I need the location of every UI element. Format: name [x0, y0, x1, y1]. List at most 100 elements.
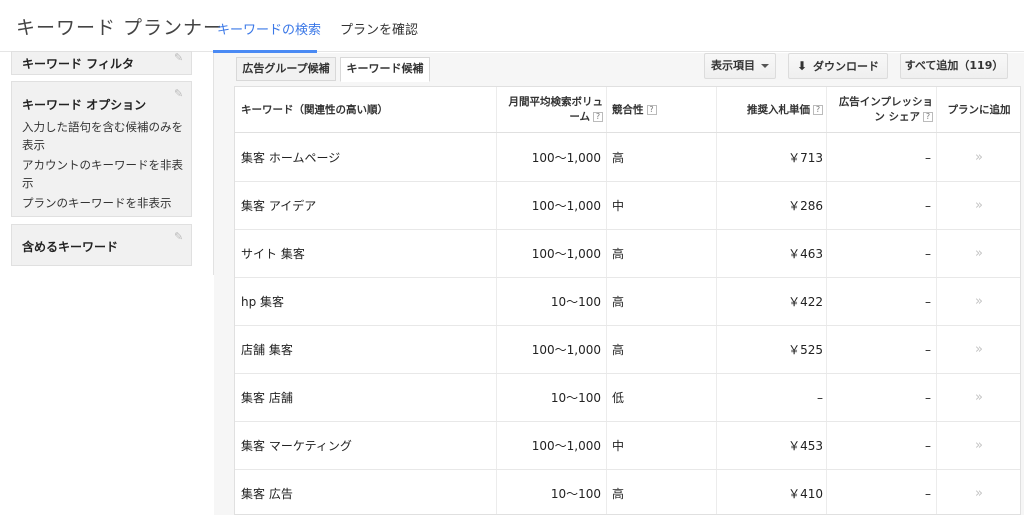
competition-cell: 高: [612, 247, 625, 261]
bid-cell: –: [817, 391, 823, 405]
volume-cell: 100〜1,000: [531, 151, 601, 165]
table-row: 集客 ホームページ 100〜1,000 高 ￥713 –»: [235, 134, 1020, 182]
keyword-cell: 集客 店舗: [241, 391, 293, 405]
competition-cell: 高: [612, 151, 625, 165]
app-title: キーワード プランナー: [16, 17, 224, 39]
columns-button[interactable]: 表示項目: [704, 53, 776, 79]
add-to-plan-icon[interactable]: »: [937, 470, 1020, 514]
help-icon[interactable]: ?: [813, 105, 823, 115]
header-volume[interactable]: 月間平均検索ボリューム?: [497, 87, 603, 133]
bid-cell: ￥422: [788, 295, 823, 309]
tab-keyword-ideas[interactable]: キーワード候補: [340, 57, 430, 82]
volume-cell: 100〜1,000: [531, 439, 601, 453]
competition-cell: 中: [612, 199, 625, 213]
keyword-filter-title: キーワード フィルタ: [22, 57, 134, 71]
keyword-table: キーワード（関連性の高い順） 月間平均検索ボリューム? 競合性? 推奨入札単価?…: [234, 86, 1021, 515]
include-keywords-panel[interactable]: 含めるキーワード ✎: [11, 224, 192, 266]
impression-share-cell: –: [925, 391, 931, 405]
impression-share-cell: –: [925, 151, 931, 165]
keyword-cell: 集客 アイデア: [241, 199, 317, 213]
keyword-cell: 集客 広告: [241, 487, 293, 501]
option-hide-plan-keywords[interactable]: プランのキーワードを非表示: [22, 194, 187, 212]
competition-cell: 高: [612, 487, 625, 501]
impression-share-cell: –: [925, 487, 931, 501]
main-panel: 広告グループ候補 キーワード候補 表示項目 ⬇ ダウンロード すべて追加（119）…: [214, 53, 1024, 515]
header-bid[interactable]: 推奨入札単価?: [717, 87, 823, 133]
volume-cell: 100〜1,000: [531, 343, 601, 357]
impression-share-cell: –: [925, 343, 931, 357]
pencil-icon[interactable]: ✎: [174, 88, 185, 99]
top-bar: キーワード プランナー キーワードの検索 プランを確認: [0, 0, 1024, 53]
header-keyword[interactable]: キーワード（関連性の高い順）: [241, 87, 491, 133]
tab-ad-group-ideas[interactable]: 広告グループ候補: [236, 57, 336, 81]
tab-review-plan[interactable]: プランを確認: [340, 19, 418, 38]
header-competition[interactable]: 競合性?: [612, 87, 712, 133]
bid-cell: ￥525: [788, 343, 823, 357]
help-icon[interactable]: ?: [593, 112, 603, 122]
chevron-down-icon: [761, 64, 769, 68]
table-row: 集客 アイデア 100〜1,000 中 ￥286 –»: [235, 182, 1020, 230]
keyword-cell: 店舗 集客: [241, 343, 293, 357]
keyword-cell: 集客 マーケティング: [241, 439, 352, 453]
add-to-plan-icon[interactable]: »: [937, 230, 1020, 278]
competition-cell: 高: [612, 343, 625, 357]
competition-cell: 中: [612, 439, 625, 453]
keyword-cell: サイト 集客: [241, 247, 305, 261]
table-row: 集客 マーケティング 100〜1,000 中 ￥453 –»: [235, 422, 1020, 470]
keyword-cell: hp 集客: [241, 295, 285, 309]
header-competition-label: 競合性: [612, 103, 644, 116]
volume-cell: 100〜1,000: [531, 199, 601, 213]
keyword-options-title: キーワード オプション: [22, 98, 147, 112]
header-impression-line1: 広告インプレッショ: [838, 96, 933, 108]
left-sidebar: キーワード フィルタ ✎ キーワード オプション ✎ 入力した語句を含む候補のみ…: [0, 51, 214, 275]
keyword-options-panel: キーワード オプション ✎ 入力した語句を含む候補のみを表示 アカウントのキーワ…: [11, 81, 192, 217]
help-icon[interactable]: ?: [646, 105, 657, 115]
competition-cell: 低: [612, 391, 625, 405]
table-row: 集客 店舗 10〜100 低 – –»: [235, 374, 1020, 422]
header-volume-line2: ーム: [569, 111, 590, 123]
pencil-icon[interactable]: ✎: [174, 231, 185, 242]
header-volume-line1: 月間平均検索ボリュ: [508, 96, 604, 108]
bid-cell: ￥713: [788, 151, 823, 165]
help-icon[interactable]: ?: [923, 112, 933, 122]
table-row: 店舗 集客 100〜1,000 高 ￥525 –»: [235, 326, 1020, 374]
volume-cell: 100〜1,000: [531, 247, 601, 261]
impression-share-cell: –: [925, 247, 931, 261]
competition-cell: 高: [612, 295, 625, 309]
add-to-plan-icon[interactable]: »: [937, 134, 1020, 182]
columns-label: 表示項目: [711, 59, 755, 72]
header-impression-share[interactable]: 広告インプレッション シェア?: [827, 87, 933, 133]
keyword-filter-panel[interactable]: キーワード フィルタ ✎: [11, 51, 192, 75]
bid-cell: ￥410: [788, 487, 823, 501]
bid-cell: ￥453: [788, 439, 823, 453]
keyword-cell: 集客 ホームページ: [241, 151, 341, 165]
header-bid-label: 推奨入札単価: [747, 103, 810, 116]
include-keywords-title: 含めるキーワード: [22, 240, 119, 254]
download-icon: ⬇: [796, 59, 808, 73]
add-to-plan-icon[interactable]: »: [937, 326, 1020, 374]
volume-cell: 10〜100: [550, 295, 601, 309]
add-to-plan-icon[interactable]: »: [937, 278, 1020, 326]
volume-cell: 10〜100: [550, 487, 601, 501]
download-label: ダウンロード: [813, 60, 880, 73]
add-to-plan-icon[interactable]: »: [937, 182, 1020, 230]
impression-share-cell: –: [925, 439, 931, 453]
volume-cell: 10〜100: [550, 391, 601, 405]
download-button[interactable]: ⬇ ダウンロード: [788, 53, 888, 79]
header-add-to-plan: プランに追加: [947, 103, 1011, 116]
add-all-button[interactable]: すべて追加（119）: [900, 53, 1008, 79]
table-row: サイト 集客 100〜1,000 高 ￥463 –»: [235, 230, 1020, 278]
impression-share-cell: –: [925, 295, 931, 309]
option-hide-account-keywords[interactable]: アカウントのキーワードを非表示: [22, 156, 187, 192]
bid-cell: ￥463: [788, 247, 823, 261]
table-header: キーワード（関連性の高い順） 月間平均検索ボリューム? 競合性? 推奨入札単価?…: [235, 87, 1020, 133]
tab-keyword-search[interactable]: キーワードの検索: [217, 19, 321, 38]
add-to-plan-icon[interactable]: »: [937, 422, 1020, 470]
bid-cell: ￥286: [788, 199, 823, 213]
option-include-only[interactable]: 入力した語句を含む候補のみを表示: [22, 118, 187, 154]
header-impression-line2: ン シェア: [874, 111, 920, 123]
pencil-icon[interactable]: ✎: [174, 52, 185, 63]
impression-share-cell: –: [925, 199, 931, 213]
table-row: 集客 広告 10〜100 高 ￥410 –»: [235, 470, 1020, 514]
add-to-plan-icon[interactable]: »: [937, 374, 1020, 422]
